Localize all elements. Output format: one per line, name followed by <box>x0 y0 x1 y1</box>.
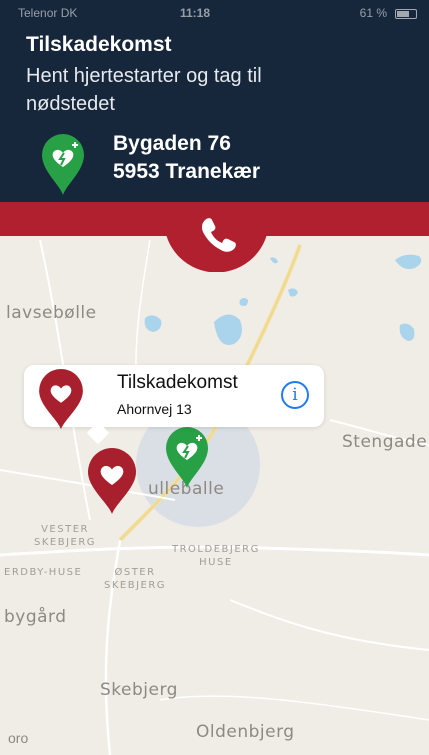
map-place-label: Stengade <box>342 432 428 452</box>
aed-marker-icon <box>40 133 86 197</box>
map-place-label: bygård <box>4 607 67 627</box>
info-icon[interactable]: i <box>281 381 309 409</box>
incident-pin-icon <box>36 369 86 431</box>
map-place-label: VESTER SKEBJERG <box>34 524 97 548</box>
battery-percent: 61 % <box>359 6 387 20</box>
status-time: 11:18 <box>180 6 211 20</box>
incident-callout[interactable]: Tilskadekomst Ahornvej 13 i <box>24 365 324 430</box>
maps-legal-label[interactable]: oro <box>8 730 28 746</box>
heart-icon <box>88 448 136 514</box>
map-place-label: Oldenbjerg <box>196 722 295 742</box>
phone-icon <box>164 202 269 273</box>
status-bar: Telenor DK 11:18 61 % <box>0 0 429 28</box>
map-place-label: ERDBY-HUSE <box>4 567 83 578</box>
carrier-label: Telenor DK <box>18 6 78 20</box>
map-place-label: Skebjerg <box>100 680 178 700</box>
map-place-label: ØSTER SKEBJERG <box>104 567 167 591</box>
instruction-text: Hent hjertestarter og tag til nødstedet <box>26 65 262 115</box>
aed-heart-icon <box>166 427 208 488</box>
map-place-label: TROLDEBJERG HUSE <box>172 544 260 568</box>
call-button[interactable] <box>164 180 269 273</box>
callout-title: Tilskadekomst <box>117 372 238 393</box>
incident-map-pin[interactable] <box>86 448 138 516</box>
battery-icon <box>395 9 417 19</box>
map-place-label: lavsebølle <box>6 303 97 323</box>
page-title: Tilskadekomst <box>26 33 172 56</box>
aed-address-street: Bygaden 76 <box>113 132 231 155</box>
callout-address: Ahornvej 13 <box>117 401 192 417</box>
aed-map-pin[interactable] <box>164 426 210 490</box>
emergency-header: Telenor DK 11:18 61 % Tilskadekomst Hent… <box>0 0 429 202</box>
